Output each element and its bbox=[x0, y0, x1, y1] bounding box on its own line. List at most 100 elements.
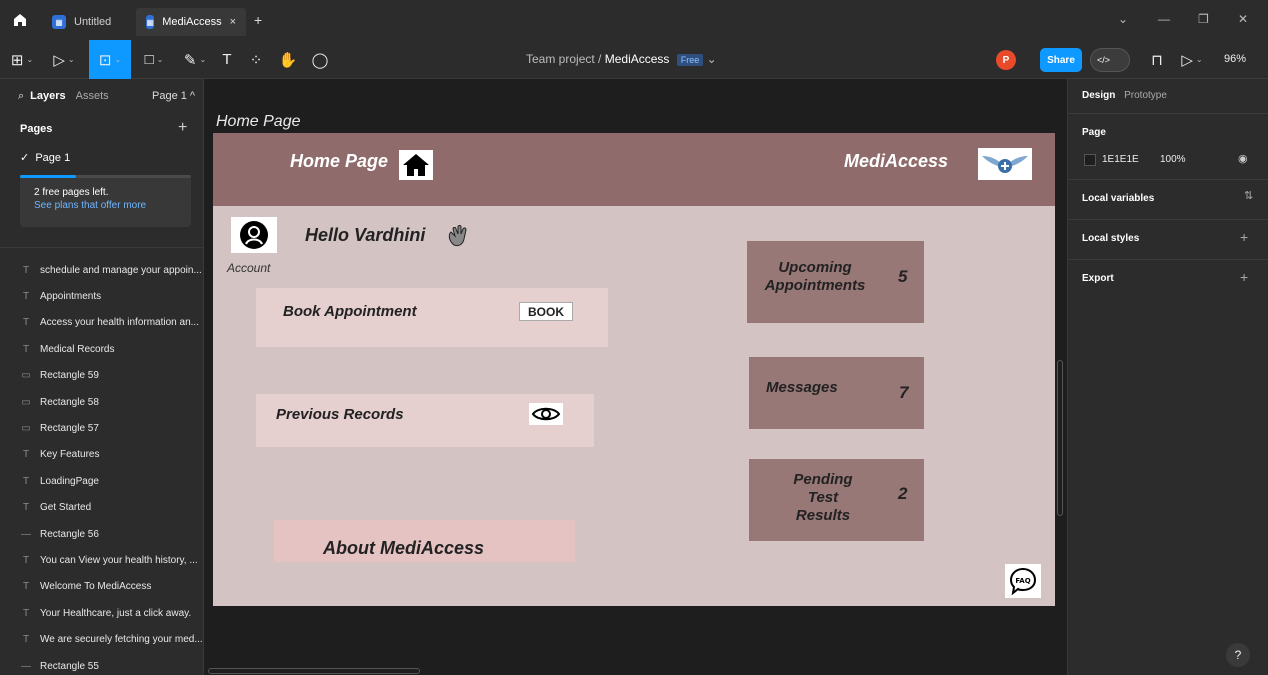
search-icon[interactable]: ⌕ bbox=[18, 90, 24, 103]
layer-row[interactable]: ▭ Rectangle 57 bbox=[0, 415, 204, 441]
upcoming-appointments-label: Upcoming Appointments bbox=[764, 259, 866, 294]
breadcrumb-file[interactable]: MediAccess bbox=[605, 52, 670, 66]
layer-row[interactable]: T LoadingPage bbox=[0, 468, 204, 494]
layer-list: Tschedule and manage your appoin... T Appo… bbox=[0, 257, 204, 675]
chevron-down-icon[interactable]: ⌄ bbox=[1118, 12, 1128, 26]
home-page-frame[interactable]: Home Page MediAccess Account Hello Vardh… bbox=[213, 133, 1055, 606]
layer-label: LoadingPage bbox=[40, 475, 99, 487]
eye-icon[interactable] bbox=[529, 403, 563, 425]
add-page-button[interactable]: + bbox=[178, 119, 187, 137]
layer-row[interactable]: Tschedule and manage your appoin... bbox=[0, 257, 204, 283]
messages-count: 7 bbox=[899, 383, 909, 402]
close-window-icon[interactable]: ✕ bbox=[1238, 12, 1248, 26]
previous-records-label: Previous Records bbox=[276, 406, 404, 423]
library-icon[interactable]: ⊓ bbox=[1146, 40, 1168, 79]
layer-label: Get Started bbox=[40, 502, 92, 514]
left-panel: ⌕ Layers Assets Page 1 ^ Pages + ✓ Page … bbox=[0, 79, 204, 675]
tab-untitled[interactable]: ▦ Untitled bbox=[42, 8, 134, 36]
header-title: Home Page bbox=[290, 151, 389, 171]
help-button[interactable]: ? bbox=[1226, 643, 1250, 667]
layer-label: Rectangle 58 bbox=[40, 396, 99, 408]
present-icon[interactable]: ▷ ⌄ bbox=[1172, 40, 1212, 79]
layer-row[interactable]: ▭ Rectangle 58 bbox=[0, 389, 204, 415]
text-layer-icon: T bbox=[22, 502, 30, 514]
layer-row[interactable]: T Welcome To MediAccess bbox=[0, 574, 204, 600]
layer-row[interactable]: T You can View your health history, ... bbox=[0, 547, 204, 573]
text-layer-icon: T bbox=[22, 607, 30, 619]
rectangle-layer-icon: ▭ bbox=[21, 423, 31, 435]
minimize-icon[interactable]: — bbox=[1158, 12, 1170, 26]
visibility-eye-icon[interactable]: ◉ bbox=[1238, 152, 1248, 165]
account-avatar-icon[interactable] bbox=[231, 217, 277, 253]
breadcrumb-team[interactable]: Team project bbox=[526, 52, 595, 66]
background-opacity[interactable]: 100% bbox=[1160, 154, 1186, 165]
home-icon[interactable] bbox=[399, 150, 433, 180]
rectangle-tool-icon[interactable]: □ ⌄ bbox=[136, 40, 172, 79]
pages-heading: Pages bbox=[20, 123, 53, 135]
faq-icon[interactable]: FAQ bbox=[1005, 564, 1041, 598]
add-export-button[interactable]: + bbox=[1240, 269, 1248, 285]
layer-row[interactable]: — Rectangle 56 bbox=[0, 521, 204, 547]
layer-label: Rectangle 59 bbox=[40, 370, 99, 382]
background-color-swatch[interactable] bbox=[1084, 154, 1096, 166]
tab-design[interactable]: Design bbox=[1082, 90, 1115, 101]
tab-prototype[interactable]: Prototype bbox=[1124, 90, 1167, 101]
tab-label: Untitled bbox=[74, 16, 112, 28]
text-layer-icon: T bbox=[22, 554, 30, 566]
tab-layers[interactable]: Layers bbox=[30, 90, 65, 102]
tab-assets[interactable]: Assets bbox=[76, 90, 109, 102]
local-variables-label[interactable]: Local variables bbox=[1082, 193, 1154, 204]
layer-row[interactable]: T Key Features bbox=[0, 442, 204, 468]
plans-link[interactable]: See plans that offer more bbox=[34, 200, 191, 211]
svg-text:FAQ: FAQ bbox=[1015, 577, 1030, 585]
frame-tool-icon[interactable]: ⊡ ⌄ bbox=[89, 40, 131, 79]
page-item-1[interactable]: ✓ Page 1 bbox=[20, 151, 70, 164]
layer-label: Rectangle 57 bbox=[40, 423, 99, 435]
frame-label[interactable]: Home Page bbox=[216, 113, 301, 131]
layer-row[interactable]: T Your Healthcare, just a click away. bbox=[0, 600, 204, 626]
greeting: Hello Vardhini bbox=[305, 225, 426, 245]
page-section-title: Page bbox=[1082, 127, 1106, 138]
figma-file-icon: ▦ bbox=[52, 15, 66, 29]
variables-settings-icon[interactable]: ⇅ bbox=[1244, 189, 1253, 202]
layer-row[interactable]: T Appointments bbox=[0, 283, 204, 309]
pen-tool-icon[interactable]: ✎ ⌄ bbox=[176, 40, 214, 79]
hand-tool-icon[interactable]: ✋ bbox=[276, 40, 300, 79]
comment-tool-icon[interactable]: ◯ bbox=[308, 40, 332, 79]
text-layer-icon: T bbox=[22, 475, 30, 487]
resources-icon[interactable]: ⁘ bbox=[244, 40, 268, 79]
pending-test-results-label: Pending Test Results bbox=[793, 471, 853, 524]
book-button[interactable]: BOOK bbox=[519, 302, 573, 321]
zoom-level[interactable]: 96% bbox=[1224, 53, 1246, 65]
text-tool-icon[interactable]: T bbox=[216, 40, 238, 79]
right-panel-tabs: Design Prototype bbox=[1082, 90, 1167, 101]
layer-row[interactable]: T Medical Records bbox=[0, 336, 204, 362]
new-tab-button[interactable]: + bbox=[254, 12, 262, 28]
title-bar: ▦ Untitled ▦ MediAccess × + ⌄ — ❐ ✕ bbox=[0, 0, 1268, 40]
about-label: About MediAccess bbox=[323, 538, 485, 558]
layer-row[interactable]: T Get Started bbox=[0, 495, 204, 521]
home-icon[interactable] bbox=[8, 8, 32, 32]
dev-mode-toggle[interactable]: </> bbox=[1090, 48, 1130, 72]
layer-row[interactable]: ▭ Rectangle 59 bbox=[0, 363, 204, 389]
main-menu-icon[interactable]: ⊞ ⌄ bbox=[4, 40, 40, 79]
book-appointment-label: Book Appointment bbox=[283, 303, 417, 320]
tab-mediaccess[interactable]: ▦ MediAccess × bbox=[136, 8, 246, 36]
vertical-scrollbar[interactable] bbox=[1057, 360, 1063, 516]
share-button[interactable]: Share bbox=[1040, 48, 1082, 72]
add-style-button[interactable]: + bbox=[1240, 229, 1248, 245]
text-layer-icon: T bbox=[22, 291, 30, 303]
user-avatar[interactable]: P bbox=[996, 50, 1016, 70]
background-hex[interactable]: 1E1E1E bbox=[1102, 154, 1139, 165]
layer-row[interactable]: T Access your health information an... bbox=[0, 310, 204, 336]
move-tool-icon[interactable]: ▷ ⌄ bbox=[44, 40, 84, 79]
close-tab-icon[interactable]: × bbox=[230, 16, 236, 28]
horizontal-scrollbar[interactable] bbox=[208, 668, 420, 674]
page-selector[interactable]: Page 1 ^ bbox=[152, 90, 195, 102]
breadcrumb[interactable]: Team project / MediAccess Free ⌄ bbox=[526, 52, 717, 66]
chevron-down-icon[interactable]: ⌄ bbox=[707, 52, 717, 66]
layer-label: Medical Records bbox=[40, 343, 115, 355]
layer-row[interactable]: T We are securely fetching your med... bbox=[0, 626, 204, 652]
layer-row[interactable]: — Rectangle 55 bbox=[0, 653, 204, 675]
restore-icon[interactable]: ❐ bbox=[1198, 12, 1209, 26]
